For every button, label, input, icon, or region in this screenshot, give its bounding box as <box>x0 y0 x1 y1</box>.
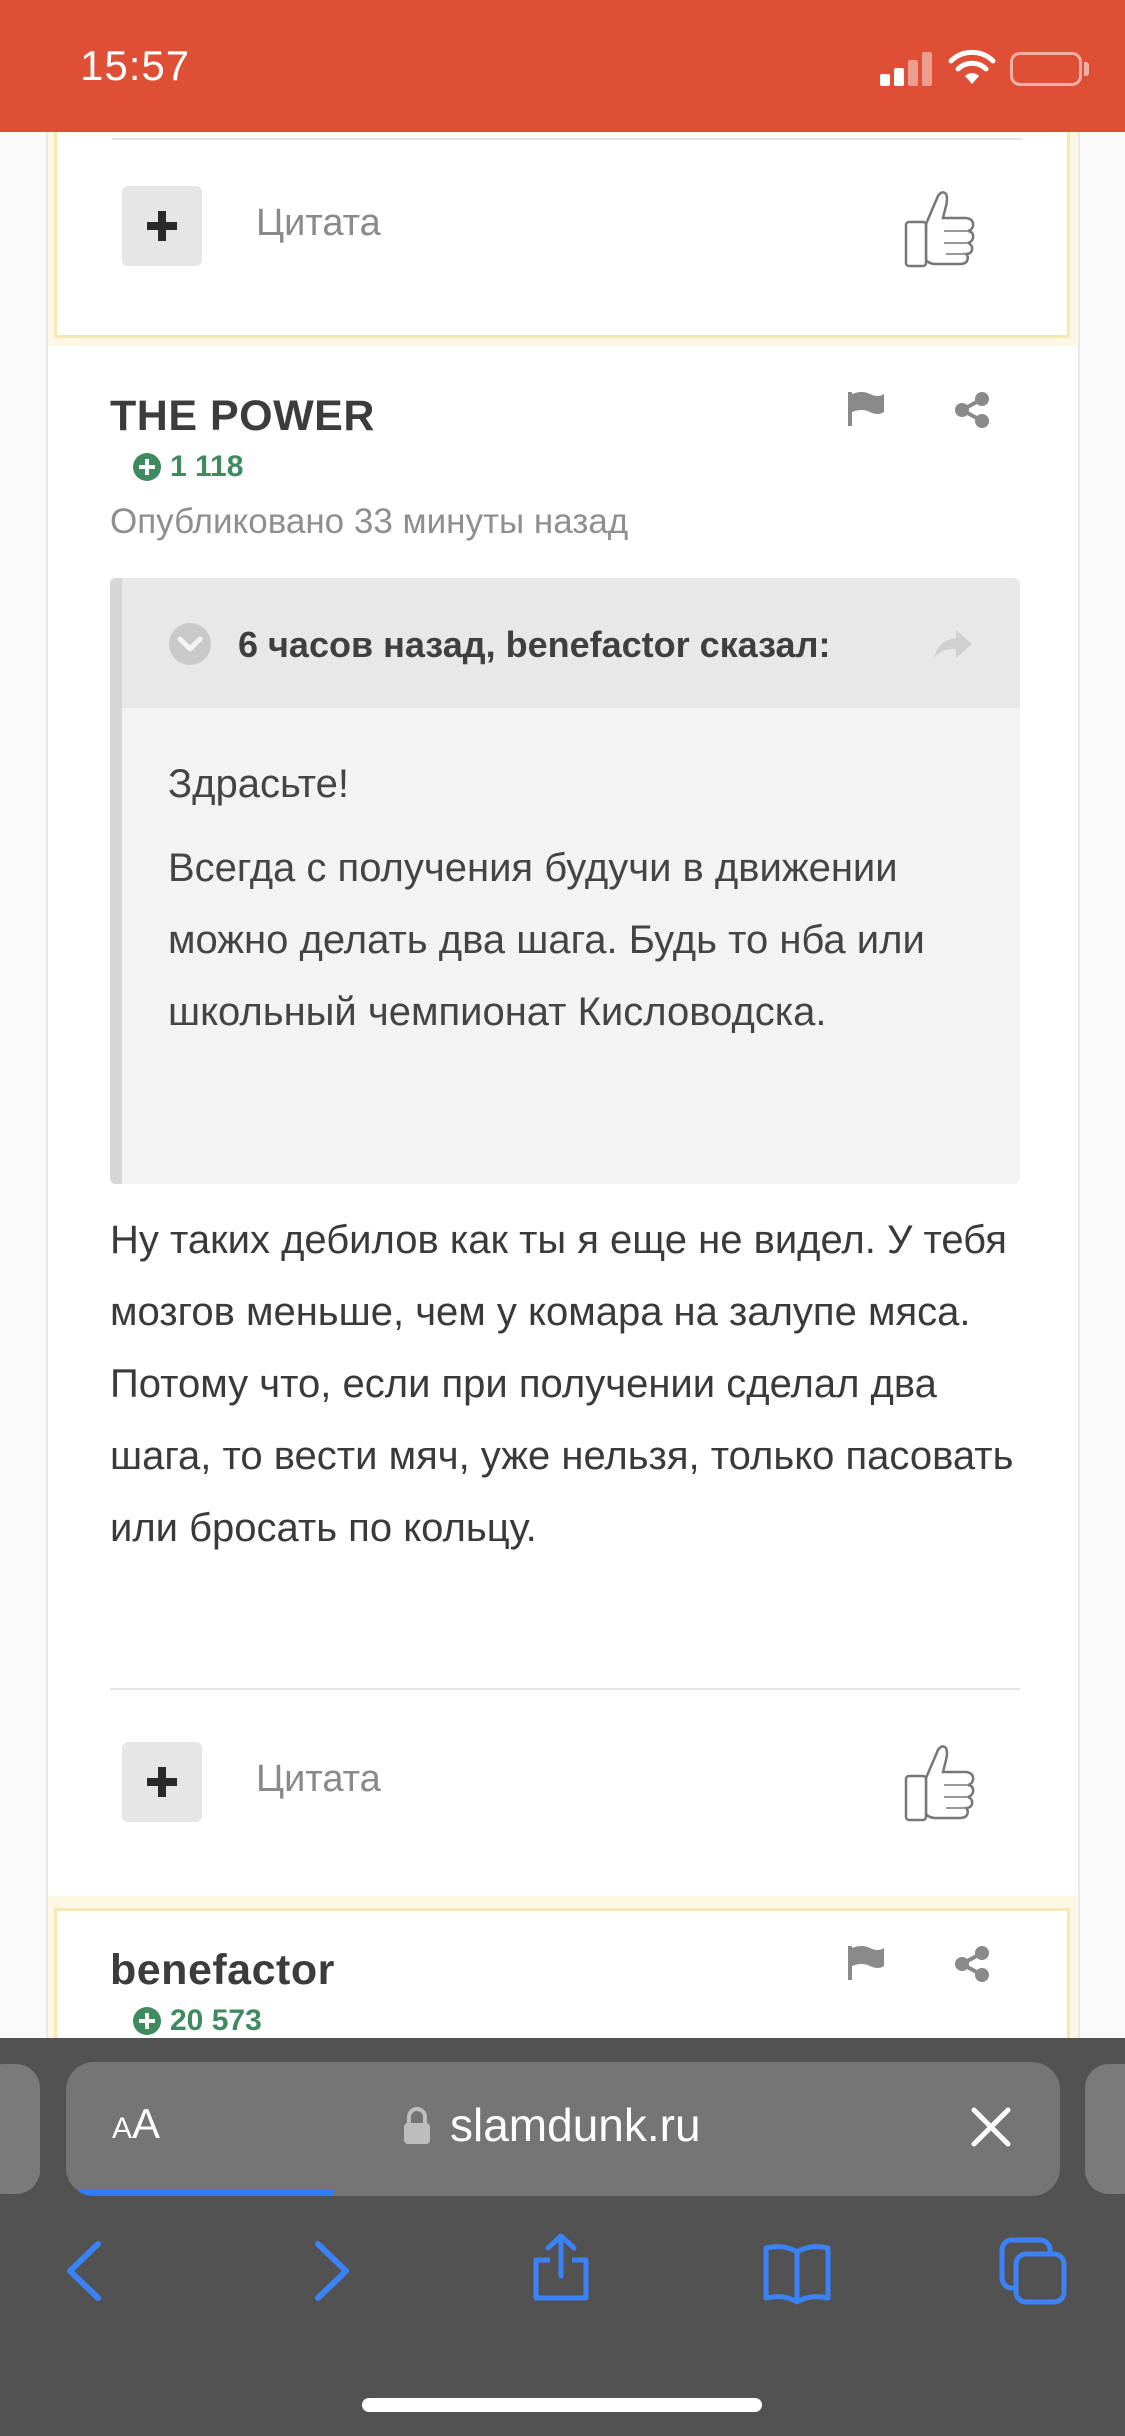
quote-body: Здрасьте! Всегда с получения будучи в дв… <box>168 748 948 1060</box>
next-tab-peek[interactable] <box>1085 2064 1125 2194</box>
address-bar[interactable]: AA slamdunk.ru <box>66 2062 1060 2196</box>
reputation-count: 1 118 <box>170 450 244 483</box>
report-flag-icon[interactable] <box>844 388 888 428</box>
bookmarks-icon[interactable] <box>762 2238 832 2308</box>
quote-link[interactable]: Цитата <box>256 202 381 245</box>
wifi-icon <box>948 49 996 84</box>
back-icon[interactable] <box>52 2236 122 2306</box>
text-size-button[interactable]: AA <box>112 2100 160 2148</box>
share-icon[interactable] <box>952 390 992 430</box>
quote-link[interactable]: Цитата <box>256 1758 381 1801</box>
multiquote-add-button[interactable] <box>122 1742 202 1822</box>
post-divider <box>110 1688 1020 1690</box>
post-body: Ну таких дебилов как ты я еще не видел. … <box>110 1218 1014 1550</box>
home-indicator <box>362 2398 762 2412</box>
post-timestamp: Опубликовано 33 минуты назад <box>110 502 629 541</box>
quoted-message: 6 часов назад, benefactor сказал: Здрась… <box>110 578 1020 1184</box>
forward-icon[interactable] <box>294 2236 364 2306</box>
quote-paragraph: Всегда с получения будучи в движении мож… <box>168 846 925 1034</box>
battery-icon <box>1010 52 1082 86</box>
posts-column: Цитата THE POWER 1 118 Опубликовано 33 м… <box>46 132 1080 2038</box>
previous-post-divider <box>112 138 1022 140</box>
chevron-down-icon[interactable] <box>168 622 212 666</box>
status-bar: 15:57 <box>0 0 1125 132</box>
tabs-icon[interactable] <box>998 2236 1068 2306</box>
stop-loading-icon[interactable] <box>968 2104 1014 2150</box>
go-to-quote-arrow-icon[interactable] <box>932 626 974 662</box>
plus-circle-icon <box>133 2007 161 2035</box>
quote-paragraph: Здрасьте! <box>168 762 349 806</box>
like-thumb-icon[interactable] <box>896 1740 980 1824</box>
browser-toolbar: AA slamdunk.ru <box>0 2038 1125 2436</box>
url-text[interactable]: slamdunk.ru <box>450 2098 701 2152</box>
post-author[interactable]: THE POWER <box>110 392 375 441</box>
plus-icon <box>147 1767 177 1797</box>
reputation-count: 20 573 <box>170 2004 262 2037</box>
multiquote-add-button[interactable] <box>122 186 202 266</box>
reputation-badge: 1 118 <box>132 450 243 484</box>
previous-tab-peek[interactable] <box>0 2064 40 2194</box>
lock-icon <box>404 2107 430 2144</box>
reputation-badge: 20 573 <box>132 2004 262 2038</box>
quote-header[interactable]: 6 часов назад, benefactor сказал: <box>122 578 1020 708</box>
like-thumb-icon[interactable] <box>896 186 980 270</box>
battery-cap <box>1084 62 1089 76</box>
quote-attribution: 6 часов назад, benefactor сказал: <box>238 624 831 665</box>
post-author[interactable]: benefactor <box>110 1946 335 1995</box>
status-time: 15:57 <box>80 42 191 89</box>
report-flag-icon[interactable] <box>844 1942 888 1982</box>
plus-circle-icon <box>133 453 161 481</box>
share-icon[interactable] <box>526 2232 596 2302</box>
progress-fill <box>66 2190 335 2196</box>
share-icon[interactable] <box>952 1944 992 1984</box>
page-load-progress <box>66 2190 1060 2196</box>
plus-icon <box>147 211 177 241</box>
page-content[interactable]: Цитата THE POWER 1 118 Опубликовано 33 м… <box>0 132 1125 2038</box>
cellular-signal-icon <box>880 52 932 86</box>
